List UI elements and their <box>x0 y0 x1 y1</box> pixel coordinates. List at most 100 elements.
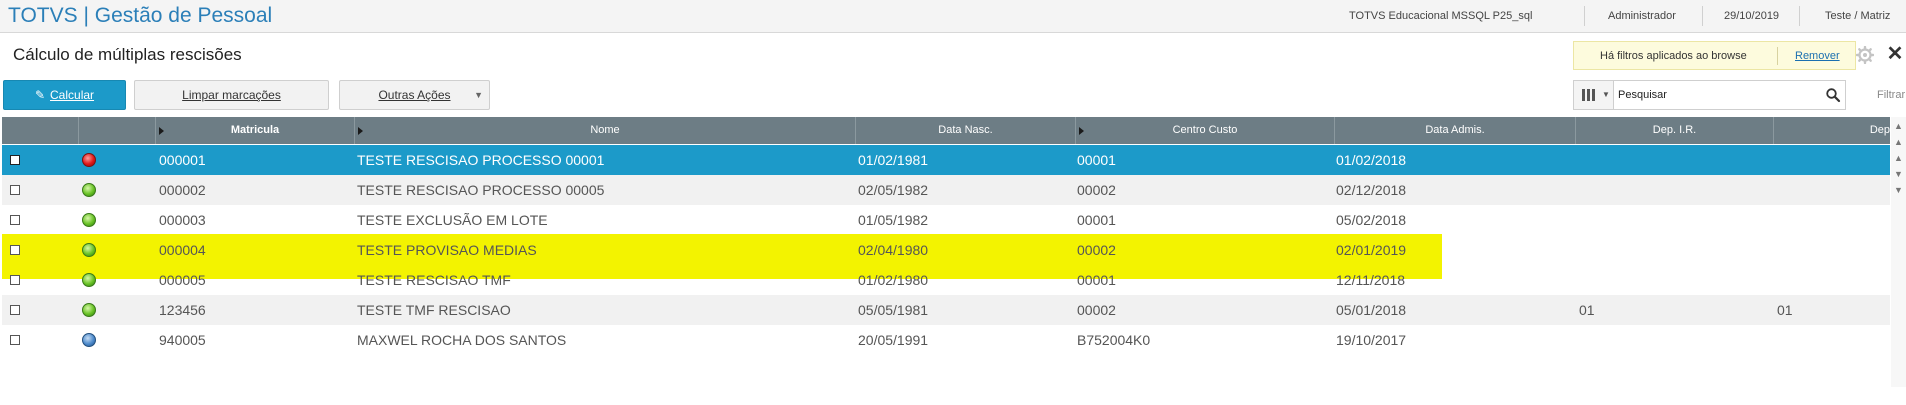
table-row[interactable]: 000004 TESTE PROVISAO MEDIAS 02/04/1980 … <box>2 235 1890 265</box>
columns-icon <box>1582 89 1596 101</box>
row-checkbox[interactable] <box>10 215 20 225</box>
row-checkbox[interactable] <box>10 245 20 255</box>
grid-header: Matricula Nome Data Nasc. Centro Custo D… <box>2 117 1890 144</box>
row-checkbox[interactable] <box>10 335 20 345</box>
status-blue-icon <box>82 333 96 347</box>
cell-matricula: 000002 <box>159 182 206 198</box>
top-bar: TOTVS | Gestão de Pessoal TOTVS Educacio… <box>0 0 1906 33</box>
row-checkbox[interactable] <box>10 185 20 195</box>
cell-data-nasc: 02/04/1980 <box>858 242 929 258</box>
user-label[interactable]: Administrador <box>1608 10 1676 22</box>
gear-icon[interactable] <box>1855 45 1875 65</box>
cell-nome: TESTE RESCISAO PROCESSO 00001 <box>357 152 605 168</box>
cell-data-admis: 01/02/2018 <box>1336 152 1407 168</box>
cell-matricula: 000001 <box>159 152 206 168</box>
column-selector-button[interactable]: ▼ <box>1574 81 1614 109</box>
date-label: 29/10/2019 <box>1724 10 1780 22</box>
status-green-icon <box>82 183 96 197</box>
header-centro-custo[interactable]: Centro Custo <box>1076 117 1335 144</box>
divider <box>1799 6 1800 26</box>
divider <box>1584 6 1585 26</box>
cell-data-nasc: 01/02/1980 <box>858 272 929 288</box>
vertical-scrollbar[interactable]: ▲ ▲ ▲ ▼ ▼ <box>1891 117 1906 387</box>
cell-centro-custo: 00002 <box>1077 182 1116 198</box>
scroll-down-icon[interactable]: ▼ <box>1894 185 1903 195</box>
cell-centro-custo: 00001 <box>1077 272 1116 288</box>
header-data-admis[interactable]: Data Admis. <box>1335 117 1576 144</box>
remove-filter-link[interactable]: Remover <box>1795 50 1840 62</box>
search-box: ▼ <box>1573 80 1846 110</box>
cell-data-admis: 19/10/2017 <box>1336 332 1407 348</box>
row-checkbox[interactable] <box>10 305 20 315</box>
filter-link[interactable]: Filtrar <box>1877 89 1905 101</box>
search-icon[interactable] <box>1825 87 1841 103</box>
cell-matricula: 940005 <box>159 332 206 348</box>
cell-data-nasc: 05/05/1981 <box>858 302 929 318</box>
cell-nome: TESTE EXCLUSÃO EM LOTE <box>357 212 548 228</box>
cell-matricula: 000003 <box>159 212 206 228</box>
row-checkbox[interactable] <box>10 155 20 165</box>
row-checkbox[interactable] <box>10 275 20 285</box>
header-label: Data Admis. <box>1425 124 1485 136</box>
table-row[interactable]: 000005 TESTE RESCISAO TMF 01/02/1980 000… <box>2 265 1890 295</box>
other-actions-button[interactable]: Outras Ações ▼ <box>339 80 490 110</box>
pencil-icon: ✎ <box>34 88 46 102</box>
clear-marks-button[interactable]: Limpar marcações <box>134 80 329 110</box>
cell-nome: TESTE PROVISAO MEDIAS <box>357 242 537 258</box>
divider <box>1777 47 1778 65</box>
header-nome[interactable]: Nome <box>355 117 856 144</box>
table-row[interactable]: 000001 TESTE RESCISAO PROCESSO 00001 01/… <box>2 145 1890 175</box>
cell-data-nasc: 20/05/1991 <box>858 332 929 348</box>
close-icon[interactable]: ✕ <box>1886 44 1904 64</box>
status-red-icon <box>82 153 96 167</box>
header-data-nasc[interactable]: Data Nasc. <box>856 117 1076 144</box>
filter-notice-text: Há filtros aplicados ao browse <box>1600 50 1747 62</box>
cell-centro-custo: B752004K0 <box>1077 332 1151 348</box>
scroll-up-icon[interactable]: ▲ <box>1894 121 1903 131</box>
table-row[interactable]: 000003 TESTE EXCLUSÃO EM LOTE 01/05/1982… <box>2 205 1890 235</box>
header-dep-ir[interactable]: Dep. I.R. <box>1576 117 1774 144</box>
header-label: Nome <box>590 124 620 136</box>
other-actions-label: Outras Ações <box>378 88 451 102</box>
status-green-icon <box>82 243 96 257</box>
calcular-label: Calcular <box>50 88 95 102</box>
cell-nome: TESTE TMF RESCISAO <box>357 302 511 318</box>
branch-label[interactable]: Teste / Matriz <box>1825 10 1890 22</box>
cell-data-admis: 05/01/2018 <box>1336 302 1407 318</box>
caret-down-icon: ▼ <box>474 90 483 100</box>
cell-matricula: 000005 <box>159 272 206 288</box>
header-matricula[interactable]: Matricula <box>156 117 355 144</box>
table-row[interactable]: 940005 MAXWEL ROCHA DOS SANTOS 20/05/199… <box>2 325 1890 355</box>
cell-nome: TESTE RESCISAO PROCESSO 00005 <box>357 182 605 198</box>
status-green-icon <box>82 303 96 317</box>
cell-nome: TESTE RESCISAO TMF <box>357 272 511 288</box>
cell-data-nasc: 02/05/1982 <box>858 182 929 198</box>
scroll-up-icon[interactable]: ▲ <box>1894 153 1903 163</box>
header-dep[interactable]: Dep <box>1774 117 1890 144</box>
table-row[interactable]: 000002 TESTE RESCISAO PROCESSO 00005 02/… <box>2 175 1890 205</box>
divider <box>1702 6 1703 26</box>
status-green-icon <box>82 213 96 227</box>
search-input[interactable] <box>1618 86 1818 104</box>
filter-notice: Há filtros aplicados ao browse Remover <box>1573 41 1856 70</box>
header-label: Dep <box>1869 124 1890 136</box>
app-title: TOTVS | Gestão de Pessoal <box>8 4 273 27</box>
scroll-up-icon[interactable]: ▲ <box>1894 137 1903 147</box>
cell-nome: MAXWEL ROCHA DOS SANTOS <box>357 332 567 348</box>
cell-data-admis: 02/01/2019 <box>1336 242 1407 258</box>
header-status[interactable] <box>79 117 156 144</box>
sort-icon <box>159 127 164 135</box>
cell-centro-custo: 00002 <box>1077 302 1116 318</box>
cell-centro-custo: 00001 <box>1077 152 1116 168</box>
table-row[interactable]: 123456 TESTE TMF RESCISAO 05/05/1981 000… <box>2 295 1890 325</box>
cell-matricula: 000004 <box>159 242 206 258</box>
cell-data-nasc: 01/05/1982 <box>858 212 929 228</box>
clear-marks-label: Limpar marcações <box>182 88 281 102</box>
calcular-button[interactable]: ✎ Calcular <box>3 80 126 110</box>
page-title: Cálculo de múltiplas rescisões <box>13 45 242 64</box>
header-label: Matricula <box>230 124 280 136</box>
sort-icon <box>358 127 363 135</box>
status-green-icon <box>82 273 96 287</box>
scroll-down-icon[interactable]: ▼ <box>1894 169 1903 179</box>
header-select[interactable] <box>2 117 79 144</box>
